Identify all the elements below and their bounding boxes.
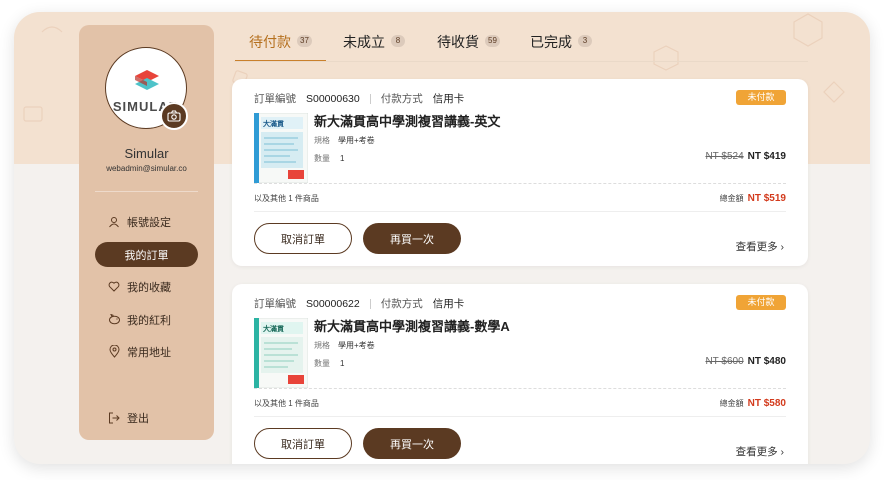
order-total: 總金額 NT $519 (720, 193, 786, 204)
sidebar-item-logout[interactable]: 登出 (95, 405, 198, 430)
view-more-link[interactable]: 查看更多 › (736, 239, 784, 254)
product-thumbnail[interactable]: 大滿貫 (254, 318, 308, 388)
divider (254, 416, 786, 417)
meta-separator (369, 93, 371, 104)
product-quantity: 數量 1 (314, 358, 344, 369)
spec-value: 學用+考卷 (338, 136, 375, 145)
view-more-link[interactable]: 查看更多 › (736, 444, 784, 459)
product-title[interactable]: 新大滿貫高中學測複習講義-英文 (314, 111, 500, 130)
divider (254, 211, 786, 212)
sidebar-item-label: 我的訂單 (124, 249, 169, 262)
camera-icon (167, 110, 181, 122)
sidebar-item-label: 我的紅利 (127, 314, 171, 327)
total-label: 總金額 (719, 194, 744, 203)
product-quantity: 數量 1 (314, 153, 344, 164)
product-spec: 規格 學用+考卷 (314, 340, 375, 351)
buy-again-button[interactable]: 再買一次 (363, 428, 461, 459)
quantity-value: 1 (340, 154, 345, 163)
cancel-order-button[interactable]: 取消訂單 (254, 223, 352, 254)
user-name: Simular (124, 146, 169, 161)
total-amount: NT $519 (747, 193, 786, 204)
order-number: S00000622 (306, 297, 360, 310)
sidebar-divider (95, 191, 198, 192)
tab-label: 未成立 (343, 34, 385, 50)
tab-label: 已完成 (530, 34, 572, 50)
svg-text:大滿貫: 大滿貫 (263, 119, 284, 128)
order-number-label: 訂單編號 (254, 93, 296, 105)
app-frame: SIMULAR Simular webadmin@simular.co 帳號設定… (14, 12, 870, 464)
sale-price: NT $419 (747, 151, 786, 162)
tabs-divider (234, 61, 808, 62)
sidebar-item-bonus[interactable]: 我的紅利 (95, 307, 198, 332)
order-total: 總金額 NT $580 (720, 398, 786, 409)
tab-label: 待付款 (249, 34, 291, 50)
original-price: NT $524 (705, 151, 744, 162)
status-badge: 未付款 (736, 90, 786, 105)
divider (254, 388, 786, 389)
tab-not-established[interactable]: 未成立 8 (343, 32, 405, 62)
user-icon (107, 215, 121, 229)
count-badge: 37 (297, 35, 312, 47)
spec-label: 規格 (314, 136, 330, 145)
cancel-order-button[interactable]: 取消訂單 (254, 428, 352, 459)
sidebar-item-account-settings[interactable]: 帳號設定 (95, 209, 198, 234)
order-number: S00000630 (306, 92, 360, 105)
sidebar-item-my-orders[interactable]: 我的訂單 (95, 242, 198, 267)
order-card: 訂單編號 S00000622 付款方式 信用卡 未付款 大滿貫 新大滿貫高中學測… (232, 284, 808, 464)
product-spec: 規格 學用+考卷 (314, 135, 375, 146)
tab-pending-payment[interactable]: 待付款 37 (235, 32, 326, 62)
product-title[interactable]: 新大滿貫高中學測複習講義-數學A (314, 316, 510, 335)
product-price: NT $524 NT $419 (705, 151, 786, 162)
svg-text:大滿貫: 大滿貫 (263, 324, 284, 333)
payment-method: 信用卡 (432, 93, 465, 105)
sidebar-item-label: 帳號設定 (127, 216, 171, 229)
original-price: NT $600 (705, 356, 744, 367)
spec-label: 規格 (314, 341, 330, 350)
order-meta: 訂單編號 S00000630 付款方式 信用卡 (254, 91, 464, 106)
order-status-tabs: 待付款 37 未成立 8 待收貨 59 已完成 3 (234, 32, 804, 62)
sidebar-item-label: 我的收藏 (127, 281, 171, 294)
count-badge: 8 (391, 35, 405, 47)
quantity-value: 1 (340, 359, 345, 368)
count-badge: 59 (485, 35, 500, 47)
tab-label: 待收貨 (437, 34, 479, 50)
spec-value: 學用+考卷 (338, 341, 375, 350)
sidebar: SIMULAR Simular webadmin@simular.co 帳號設定… (79, 25, 214, 440)
sale-price: NT $480 (747, 356, 786, 367)
sidebar-item-label: 常用地址 (127, 346, 171, 359)
order-card: 訂單編號 S00000630 付款方式 信用卡 未付款 大滿貫 新大滿貫高中學測… (232, 79, 808, 266)
quantity-label: 數量 (314, 359, 330, 368)
tab-completed[interactable]: 已完成 3 (530, 32, 592, 62)
sidebar-item-favorites[interactable]: 我的收藏 (95, 274, 198, 299)
other-items-note: 以及其他 1 件商品 (254, 399, 319, 408)
avatar-wrapper: SIMULAR (105, 47, 188, 130)
payment-method-label: 付款方式 (380, 93, 423, 105)
payment-method: 信用卡 (432, 298, 465, 310)
logout-icon (107, 411, 121, 425)
product-thumbnail[interactable]: 大滿貫 (254, 113, 308, 183)
order-number-label: 訂單編號 (254, 298, 296, 310)
buy-again-button[interactable]: 再買一次 (363, 223, 461, 254)
other-items-note: 以及其他 1 件商品 (254, 194, 319, 203)
payment-method-label: 付款方式 (380, 298, 423, 310)
sidebar-item-addresses[interactable]: 常用地址 (95, 339, 198, 364)
status-badge: 未付款 (736, 295, 786, 310)
meta-separator (369, 298, 371, 309)
tab-awaiting-delivery[interactable]: 待收貨 59 (437, 32, 500, 62)
total-amount: NT $580 (747, 398, 786, 409)
total-label: 總金額 (719, 399, 744, 408)
count-badge: 3 (578, 35, 592, 47)
change-avatar-button[interactable] (160, 102, 188, 130)
product-price: NT $600 NT $480 (705, 356, 786, 367)
order-meta: 訂單編號 S00000622 付款方式 信用卡 (254, 296, 464, 311)
quantity-label: 數量 (314, 154, 330, 163)
divider (254, 183, 786, 184)
location-pin-icon (107, 345, 121, 359)
sidebar-item-label: 登出 (127, 412, 149, 425)
heart-icon (107, 280, 121, 294)
piggy-bank-icon (107, 313, 121, 327)
user-email: webadmin@simular.co (106, 164, 187, 173)
